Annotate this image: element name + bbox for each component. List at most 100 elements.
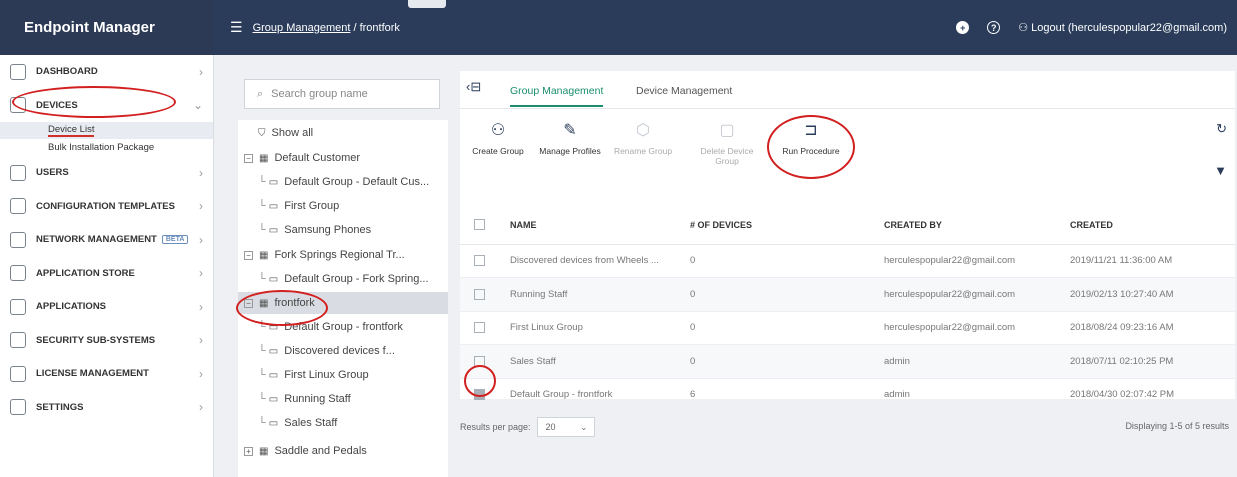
- created-by-link[interactable]: herculespopular22@gmail.com: [884, 277, 1070, 312]
- table-row[interactable]: Sales Staff 0 admin 2018/07/11 02:10:25 …: [460, 344, 1235, 379]
- group-name-link[interactable]: Running Staff: [510, 277, 690, 312]
- select-all-checkbox[interactable]: [474, 219, 485, 231]
- sidebar-item-security-sub-systems[interactable]: Security Sub-Systems ›: [0, 324, 213, 358]
- table-row[interactable]: First Linux Group 0 herculespopular22@gm…: [460, 311, 1235, 345]
- group-name-link[interactable]: Default Group - frontfork: [510, 378, 690, 412]
- network-icon: [10, 231, 26, 248]
- chevron-right-icon: ›: [199, 266, 203, 281]
- row-checkbox[interactable]: [474, 255, 485, 267]
- chevron-down-icon: ⌄: [192, 98, 203, 113]
- users-icon: [10, 164, 26, 181]
- delete-group-icon: ▢: [719, 122, 735, 139]
- sidebar-item-devices[interactable]: Devices ⌄: [0, 89, 213, 123]
- sidebar-item-users[interactable]: Users ›: [0, 156, 213, 190]
- created-date: 2019/11/21 11:36:00 AM: [1070, 244, 1235, 278]
- filter-icon[interactable]: ▼: [1214, 163, 1227, 178]
- tree-node-group[interactable]: └ ▭ Running Staff: [258, 388, 351, 410]
- run-procedure-button[interactable]: ⊐ Run Procedure: [776, 116, 846, 156]
- search-input[interactable]: ⌕ Search group name: [244, 79, 440, 109]
- group-name-link[interactable]: Sales Staff: [510, 344, 690, 379]
- tree-node-group[interactable]: └ ▭ Default Group - Default Cus...: [258, 171, 429, 193]
- refresh-icon[interactable]: ↻: [1216, 121, 1227, 137]
- row-checkbox[interactable]: [474, 355, 485, 367]
- results-per-page-select[interactable]: 20 ⌄: [536, 417, 595, 437]
- created-date: 2019/02/13 10:27:40 AM: [1070, 277, 1235, 312]
- create-group-button[interactable]: ⚇ Create Group: [468, 116, 528, 156]
- tree-node-customer[interactable]: − ▦ Default Customer: [244, 147, 360, 169]
- group-icon: ▭: [268, 176, 279, 188]
- collapse-icon[interactable]: −: [244, 298, 253, 308]
- row-checkbox-checked[interactable]: [474, 389, 485, 401]
- sidebar-subitem-device-list[interactable]: Device List: [0, 122, 213, 139]
- menu-icon[interactable]: ☰: [230, 19, 243, 36]
- sidebar-item-license-management[interactable]: License Management ›: [0, 357, 213, 391]
- add-circle-icon[interactable]: +: [956, 21, 970, 34]
- table-row[interactable]: Default Group - frontfork 6 admin 2018/0…: [460, 378, 1235, 412]
- rename-group-button[interactable]: ⬡ Rename Group: [610, 116, 676, 156]
- collapse-handle[interactable]: [408, 0, 446, 8]
- group-icon: ▭: [268, 345, 279, 357]
- group-name-link[interactable]: Discovered devices from Wheels ...: [510, 244, 690, 278]
- help-icon[interactable]: ?: [987, 21, 1001, 34]
- table-row[interactable]: Running Staff 0 herculespopular22@gmail.…: [460, 277, 1235, 312]
- tree-node-customer[interactable]: + ▦ Saddle and Pedals: [244, 440, 367, 462]
- groups-table: NAME # OF DEVICES CREATED BY CREATED Dis…: [460, 206, 1235, 412]
- tab-group-management[interactable]: Group Management: [510, 85, 604, 107]
- device-count: 0: [690, 344, 884, 379]
- group-icon: ▭: [268, 393, 279, 405]
- expand-icon[interactable]: +: [244, 446, 253, 456]
- created-by-link[interactable]: herculespopular22@gmail.com: [884, 311, 1070, 345]
- tree-node-customer-selected[interactable]: − ▦ frontfork: [238, 292, 448, 314]
- rename-icon: ⬡: [636, 122, 650, 139]
- tree-node-group[interactable]: └ ▭ Sales Staff: [258, 412, 337, 434]
- column-devices[interactable]: # OF DEVICES: [690, 206, 884, 245]
- group-tree-panel: ⌕ Search group name ⛉ Show all − ▦ Default C…: [214, 55, 448, 477]
- chevron-right-icon: ›: [199, 400, 203, 415]
- row-checkbox[interactable]: [474, 288, 485, 300]
- delete-device-group-button[interactable]: ▢ Delete Device Group: [700, 116, 754, 166]
- search-icon: ⌕: [257, 87, 264, 100]
- device-count: 0: [690, 277, 884, 312]
- collapse-icon[interactable]: −: [244, 153, 253, 163]
- table-row[interactable]: Discovered devices from Wheels ... 0 her…: [460, 244, 1235, 278]
- tree-toggle-icon[interactable]: ‹⊟: [466, 79, 481, 95]
- sidebar-item-application-store[interactable]: Application Store ›: [0, 257, 213, 291]
- building-icon: ▦: [259, 297, 269, 309]
- sidebar-item-network-management[interactable]: Network Management BETA ›: [0, 223, 213, 257]
- license-icon: [10, 365, 26, 382]
- row-checkbox[interactable]: [474, 322, 485, 334]
- tree-node-group[interactable]: └ ▭ First Group: [258, 195, 339, 217]
- sidebar-item-configuration-templates[interactable]: Configuration Templates ›: [0, 190, 213, 224]
- gear-icon: [10, 399, 26, 416]
- manage-profiles-button[interactable]: ✎ Manage Profiles: [534, 116, 606, 156]
- column-created-by[interactable]: CREATED BY: [884, 206, 1070, 245]
- collapse-icon[interactable]: −: [244, 250, 253, 260]
- chevron-right-icon: ›: [199, 299, 203, 314]
- group-name-link[interactable]: First Linux Group: [510, 311, 690, 345]
- group-icon: ▭: [268, 417, 279, 429]
- sidebar-item-dashboard[interactable]: Dashboard ›: [0, 55, 213, 89]
- sidebar-item-applications[interactable]: Applications ›: [0, 290, 213, 324]
- tree-node-group[interactable]: └ ▭ First Linux Group: [258, 364, 369, 386]
- chevron-right-icon: ›: [199, 199, 203, 214]
- sidebar-subitem-bulk-installation[interactable]: Bulk Installation Package: [0, 139, 213, 156]
- created-by-link[interactable]: admin: [884, 378, 1070, 412]
- results-count: Displaying 1-5 of 5 results: [1125, 421, 1229, 431]
- tree-node-customer[interactable]: − ▦ Fork Springs Regional Tr...: [244, 244, 405, 266]
- sidebar-item-settings[interactable]: Settings ›: [0, 391, 213, 425]
- created-date: 2018/08/24 09:23:16 AM: [1070, 311, 1235, 345]
- created-by-link[interactable]: admin: [884, 344, 1070, 379]
- column-created[interactable]: CREATED: [1070, 206, 1235, 245]
- tree-node-group[interactable]: └ ▭ Discovered devices f...: [258, 340, 395, 362]
- top-bar: ☰ Group Management / frontfork + ? ⚇ Log…: [214, 0, 1237, 55]
- tab-device-management[interactable]: Device Management: [636, 85, 732, 97]
- created-by-link[interactable]: herculespopular22@gmail.com: [884, 244, 1070, 278]
- tree-show-all[interactable]: ⛉ Show all: [258, 122, 313, 144]
- tree-node-group[interactable]: └ ▭ Default Group - frontfork: [258, 316, 403, 338]
- sidebar: Dashboard › Devices ⌄ Device List Bulk Ins…: [0, 55, 214, 477]
- logout-link[interactable]: ⚇ Logout (herculespopular22@gmail.com): [1018, 21, 1227, 34]
- tree-node-group[interactable]: └ ▭ Default Group - Fork Spring...: [258, 268, 429, 290]
- tree-node-group[interactable]: └ ▭ Samsung Phones: [258, 219, 371, 241]
- breadcrumb-group-management[interactable]: Group Management: [253, 22, 351, 34]
- column-name[interactable]: NAME: [510, 206, 690, 245]
